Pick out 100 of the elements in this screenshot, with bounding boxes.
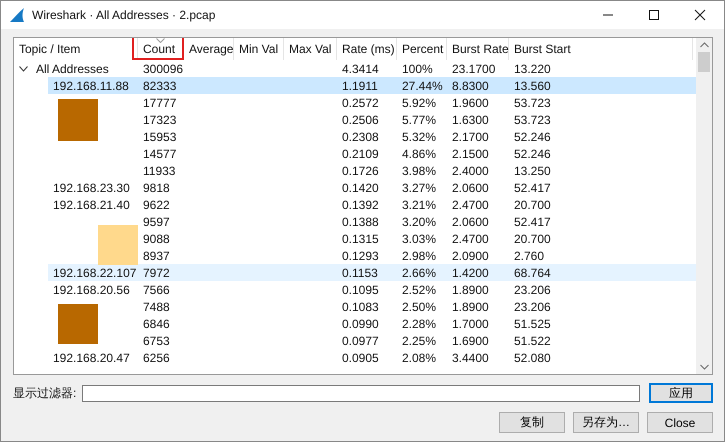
table-cell: 6753 [143, 334, 170, 348]
filter-label: 显示过滤器: [13, 384, 76, 402]
table-cell: 8.8300 [452, 78, 489, 92]
table-row[interactable]: 11933 0.1726 3.98% 2.4000 13.250 [48, 162, 696, 179]
apply-button[interactable]: 应用 [649, 383, 713, 403]
display-filter-field[interactable] [82, 384, 640, 402]
column-header[interactable]: Average [184, 38, 234, 60]
table-row[interactable]: 17777 0.2572 5.92% 1.9600 53.723 [48, 94, 696, 111]
table-cell: 7488 [143, 300, 170, 314]
table-row[interactable]: 192.168.21.40 9622 0.1392 3.21% 2.4700 20.700 [48, 196, 696, 213]
table-row[interactable]: 9597 0.1388 3.20% 2.0600 52.417 [48, 213, 696, 230]
table-cell: 3.98% [402, 164, 436, 178]
table-cell: 9622 [143, 198, 170, 212]
table-row[interactable]: 9088 0.1315 3.03% 2.4700 20.700 [48, 230, 696, 247]
table-cell: 0.0990 [342, 316, 379, 330]
table-cell: 6256 [143, 350, 170, 364]
table-row[interactable]: 192.168.11.88 82333 1.1911 27.44% 8.8300 13.560 [48, 77, 696, 94]
table-row[interactable]: 192.168.20.56 7566 0.1095 2.52% 1.8900 23.206 [48, 281, 696, 298]
table-cell: 1.6900 [452, 334, 489, 348]
table-cell: 2.4700 [452, 198, 489, 212]
table-cell: 13.250 [514, 164, 551, 178]
redaction-block [58, 304, 98, 344]
table-cell: 192.168.20.47 [53, 350, 130, 364]
table-cell: 2.0600 [452, 214, 489, 228]
table-cell: 6846 [143, 316, 170, 330]
column-header[interactable]: Burst Start [509, 38, 693, 60]
table-cell: 3.4400 [452, 350, 489, 364]
maximize-icon[interactable] [648, 9, 660, 21]
scroll-up-icon[interactable] [700, 42, 708, 48]
table-row[interactable]: 192.168.22.107 7972 0.1153 2.66% 1.4200 68.764 [48, 264, 696, 281]
table-row[interactable]: 7488 0.1083 2.50% 1.8900 23.206 [48, 298, 696, 315]
table-cell: 2.50% [402, 300, 436, 314]
table-cell: 17323 [143, 112, 176, 126]
table-cell: 1.4200 [452, 266, 489, 280]
table-cell: 2.0600 [452, 180, 489, 194]
table-cell: 14577 [143, 146, 176, 160]
collapse-chevron-icon[interactable] [19, 66, 28, 72]
table-cell: 52.246 [514, 146, 551, 160]
table-cell: 2.1700 [452, 130, 489, 144]
dialog-button[interactable]: Close [647, 412, 713, 433]
table-cell: 13.560 [514, 78, 551, 92]
dialog-button[interactable]: 另存为… [573, 412, 639, 433]
table-cell: 1.1911 [342, 78, 378, 92]
vertical-scrollbar[interactable] [696, 38, 712, 374]
table-row[interactable]: 6753 0.0977 2.25% 1.6900 51.522 [48, 332, 696, 349]
table-cell: 0.1392 [342, 198, 379, 212]
table-cell: 2.98% [402, 248, 436, 262]
table-row[interactable]: 6846 0.0990 2.28% 1.7000 51.525 [48, 315, 696, 332]
table-row[interactable]: 15953 0.2308 5.32% 2.1700 52.246 [48, 128, 696, 145]
table-cell: 2.4000 [452, 164, 489, 178]
redaction-block [58, 99, 98, 141]
table-cell: 2.52% [402, 282, 436, 296]
table-cell: 192.168.21.40 [53, 198, 130, 212]
table-cell: 27.44% [402, 78, 443, 92]
table-cell: 8937 [143, 248, 170, 262]
table-cell: 0.2109 [342, 146, 379, 160]
highlight-rectangle [132, 38, 184, 60]
column-header[interactable]: Min Val [234, 38, 284, 60]
table-cell: 2.25% [402, 334, 436, 348]
dialog-button[interactable]: 复制 [499, 412, 565, 433]
column-header[interactable]: Burst Rate [447, 38, 509, 60]
scroll-down-icon[interactable] [700, 364, 708, 370]
column-header[interactable]: Rate (ms) [337, 38, 397, 60]
column-header[interactable]: Max Val [284, 38, 337, 60]
table-cell: 0.1095 [342, 282, 379, 296]
table-cell: 3.21% [402, 198, 436, 212]
table-cell: 3.03% [402, 232, 436, 246]
table-cell: 11933 [143, 164, 176, 178]
table-cell: 4.3414 [342, 62, 379, 76]
table-cell: 9818 [143, 180, 170, 194]
table-row[interactable]: 192.168.20.47 6256 0.0905 2.08% 3.4400 52.080 [48, 349, 696, 366]
table-cell: 13.220 [514, 62, 551, 76]
table-row[interactable]: 14577 0.2109 4.86% 2.1500 52.246 [48, 145, 696, 162]
scrollbar-thumb[interactable] [698, 52, 710, 72]
table-cell: 9597 [143, 214, 170, 228]
column-header[interactable]: Topic / Item [14, 38, 138, 60]
column-header[interactable]: Count [138, 38, 184, 60]
table-cell: 2.0900 [452, 248, 489, 262]
tree-item-label[interactable]: All Addresses [36, 62, 109, 76]
table-cell: 5.92% [402, 96, 436, 110]
close-icon[interactable] [694, 9, 706, 21]
table-cell: 9088 [143, 232, 170, 246]
column-header[interactable]: Percent [397, 38, 447, 60]
table-cell: 300096 [143, 62, 184, 76]
table-row[interactable]: 192.168.23.30 9818 0.1420 3.27% 2.0600 52.417 [48, 179, 696, 196]
table-row[interactable]: 8937 0.1293 2.98% 2.0900 2.760 [48, 247, 696, 264]
table-cell: 53.723 [514, 112, 551, 126]
table-cell: 1.8900 [452, 282, 489, 296]
table-cell: 0.1315 [342, 232, 379, 246]
table-cell: 3.27% [402, 180, 436, 194]
table-cell: 2.28% [402, 316, 436, 330]
table-cell: 68.764 [514, 266, 551, 280]
table-cell: 100% [402, 62, 433, 76]
table-cell: 192.168.23.30 [53, 180, 130, 194]
table-cell: 1.7000 [452, 316, 489, 330]
table-row[interactable]: 17323 0.2506 5.77% 1.6300 53.723 [48, 111, 696, 128]
window-title: Wireshark · All Addresses · 2.pcap [32, 8, 216, 22]
shark-fin-icon [9, 7, 25, 23]
table-cell: 82333 [143, 78, 176, 92]
table-cell: 51.525 [514, 316, 551, 330]
